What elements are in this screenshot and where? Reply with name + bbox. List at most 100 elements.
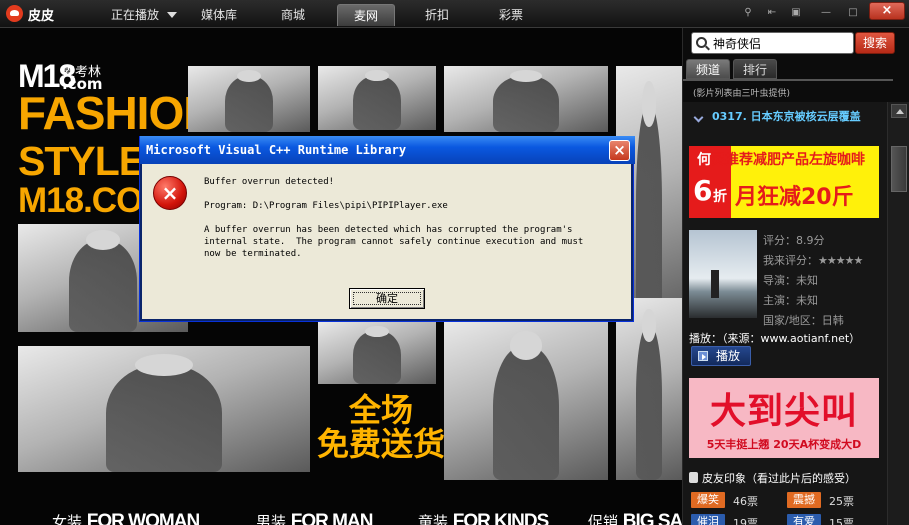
category-men-en: FOR MAN: [290, 511, 374, 525]
banner-heading-line1: FASHION: [18, 87, 216, 139]
model-photo: [188, 66, 310, 132]
cast-label: 主演：: [763, 294, 796, 307]
tab-maiwang[interactable]: 麦网: [337, 4, 395, 26]
slimming-ad-headline: 何灵推荐减肥产品左旋咖啡: [697, 149, 865, 169]
movie-poster[interactable]: [689, 230, 757, 318]
tab-channel[interactable]: 频道: [686, 59, 730, 79]
slimming-ad-zhe: 折: [713, 189, 727, 205]
rating-row: 评分：8.9分: [763, 232, 825, 248]
my-rating-row: 我来评分：★★★★★: [763, 252, 863, 268]
tab-mall[interactable]: 商城: [271, 4, 315, 26]
promo-text-line2: 免费送货: [316, 425, 445, 463]
panel-scrollbar[interactable]: [887, 102, 909, 525]
slimming-ad-headline-b: 灵推荐减肥产品左旋咖啡: [711, 152, 865, 168]
category-kids-en: FOR KINDS: [452, 511, 549, 525]
slimming-ad-main: 月狂减20斤: [735, 185, 854, 210]
director-row: 导演：未知: [763, 272, 818, 288]
mini-mode-icon[interactable]: ⇤: [762, 4, 782, 22]
rating-stars[interactable]: ★★★★★: [818, 254, 863, 267]
model-photo: [318, 322, 436, 384]
region-value: 日韩: [821, 314, 844, 327]
window-close-button[interactable]: ×: [869, 2, 905, 20]
tab-divider: [683, 79, 893, 81]
impression-title: 皮友印象（看过此片后的感受）: [689, 470, 856, 486]
category-sale-en: BIG SA: [622, 511, 682, 525]
tab-lottery[interactable]: 彩票: [489, 4, 533, 26]
tab-discount[interactable]: 折扣: [415, 4, 459, 26]
movie-detail: 0317. 日本东京被核云层覆盖 何灵推荐减肥产品左旋咖啡 6 折 月狂减20斤…: [683, 102, 887, 525]
vote-button-tears[interactable]: 催泪: [691, 514, 725, 525]
model-photo: [444, 66, 608, 132]
promo-text-line1: 全场: [348, 391, 413, 429]
vote-count-love: 15票: [829, 517, 854, 525]
category-women[interactable]: 女装 FOR WOMAN: [52, 511, 200, 525]
beauty-ad-sub: 5天丰挺上翘 20天A杯变成大D: [706, 438, 862, 451]
error-icon: ×: [153, 176, 187, 210]
play-source: 播放：（来源：www.aotianf.net）: [689, 332, 861, 345]
my-rating-label: 我来评分：: [763, 254, 818, 267]
category-kids[interactable]: 童装 FOR KINDS: [418, 511, 549, 525]
title-bar: 皮皮 正在播放 媒体库 商城 麦网 折扣 彩票 ⚲ ⇤ ▣ — □ ×: [0, 0, 909, 28]
menu-icon[interactable]: ▣: [786, 4, 806, 22]
app-name: 皮皮: [28, 9, 55, 24]
scroll-thumb[interactable]: [891, 146, 907, 192]
cast-row: 主演：未知: [763, 292, 818, 308]
search-input[interactable]: [713, 35, 851, 52]
pipi-player-window: 皮皮 正在播放 媒体库 商城 麦网 折扣 彩票 ⚲ ⇤ ▣ — □ × M18 …: [0, 0, 909, 525]
slimming-ad-number: 6: [693, 174, 713, 207]
error-program-path: Program: D:\Program Files\pipi\PIPIPlaye…: [204, 201, 448, 211]
category-women-cn: 女装: [52, 513, 83, 525]
maximize-icon[interactable]: □: [843, 4, 863, 22]
runtime-error-dialog: Microsoft Visual C++ Runtime Library × ×…: [139, 136, 635, 322]
vote-button-shock[interactable]: 震撼: [787, 492, 821, 508]
error-heading: Buffer overrun detected!: [204, 177, 335, 187]
category-kids-cn: 童装: [418, 513, 449, 525]
rating-label: 评分：: [763, 234, 796, 247]
error-description: A buffer overrun has been detected which…: [204, 225, 584, 259]
vote-count-tears: 19票: [733, 517, 758, 525]
chevron-down-icon[interactable]: [167, 12, 177, 18]
impression-title-text: 皮友印象（看过此片后的感受）: [702, 472, 856, 485]
vote-button-laugh[interactable]: 爆笑: [691, 492, 725, 508]
movie-title[interactable]: 0317. 日本东京被核云层覆盖: [712, 110, 882, 124]
category-sale-cn: 促销: [588, 513, 619, 525]
category-sale[interactable]: 促销 BIG SA: [588, 511, 682, 525]
search-box: [691, 32, 854, 54]
slimming-ad-headline-a: 何: [697, 152, 711, 168]
region-row: 国家/地区：日韩: [763, 312, 844, 328]
dialog-title[interactable]: Microsoft Visual C++ Runtime Library: [140, 136, 635, 164]
cast-value: 未知: [796, 294, 818, 307]
category-men-cn: 男装: [256, 513, 287, 525]
region-label: 国家/地区：: [763, 314, 822, 327]
minimize-icon[interactable]: —: [816, 4, 836, 22]
beauty-ad-main: 大到尖叫: [709, 391, 858, 432]
beauty-ad[interactable]: 大到尖叫 5天丰挺上翘 20天A杯变成大D: [689, 378, 879, 458]
model-photo: [444, 322, 608, 480]
thumbs-up-icon: [689, 472, 698, 483]
director-value: 未知: [796, 274, 818, 287]
model-photo: [18, 346, 310, 472]
vote-button-love[interactable]: 有爱: [787, 514, 821, 525]
vote-count-laugh: 46票: [733, 495, 758, 508]
category-men[interactable]: 男装 FOR MAN: [256, 511, 374, 525]
ok-button[interactable]: 确定: [349, 288, 425, 309]
tab-now-playing[interactable]: 正在播放: [103, 4, 167, 26]
model-photo: [616, 298, 682, 480]
dialog-close-button[interactable]: ×: [609, 140, 630, 161]
skin-icon[interactable]: ⚲: [738, 4, 758, 22]
play-button[interactable]: 播放: [691, 346, 751, 366]
play-button-label: 播放: [716, 349, 741, 363]
vote-count-shock: 25票: [829, 495, 854, 508]
list-provider-note: (影片列表由三叶虫提供): [693, 89, 791, 99]
search-button[interactable]: 搜索: [855, 32, 895, 54]
banner-heading-line3: M18.COI: [18, 181, 152, 220]
tab-ranking[interactable]: 排行: [733, 59, 777, 79]
scroll-up-icon[interactable]: [891, 104, 907, 118]
rating-value: 8.9分: [796, 234, 825, 247]
category-women-en: FOR WOMAN: [86, 511, 200, 525]
tab-media-library[interactable]: 媒体库: [193, 4, 245, 26]
play-icon: [698, 351, 708, 361]
slimming-ad[interactable]: 何灵推荐减肥产品左旋咖啡 6 折 月狂减20斤: [689, 146, 879, 218]
chevron-down-icon[interactable]: [693, 112, 704, 123]
director-label: 导演：: [763, 274, 796, 287]
